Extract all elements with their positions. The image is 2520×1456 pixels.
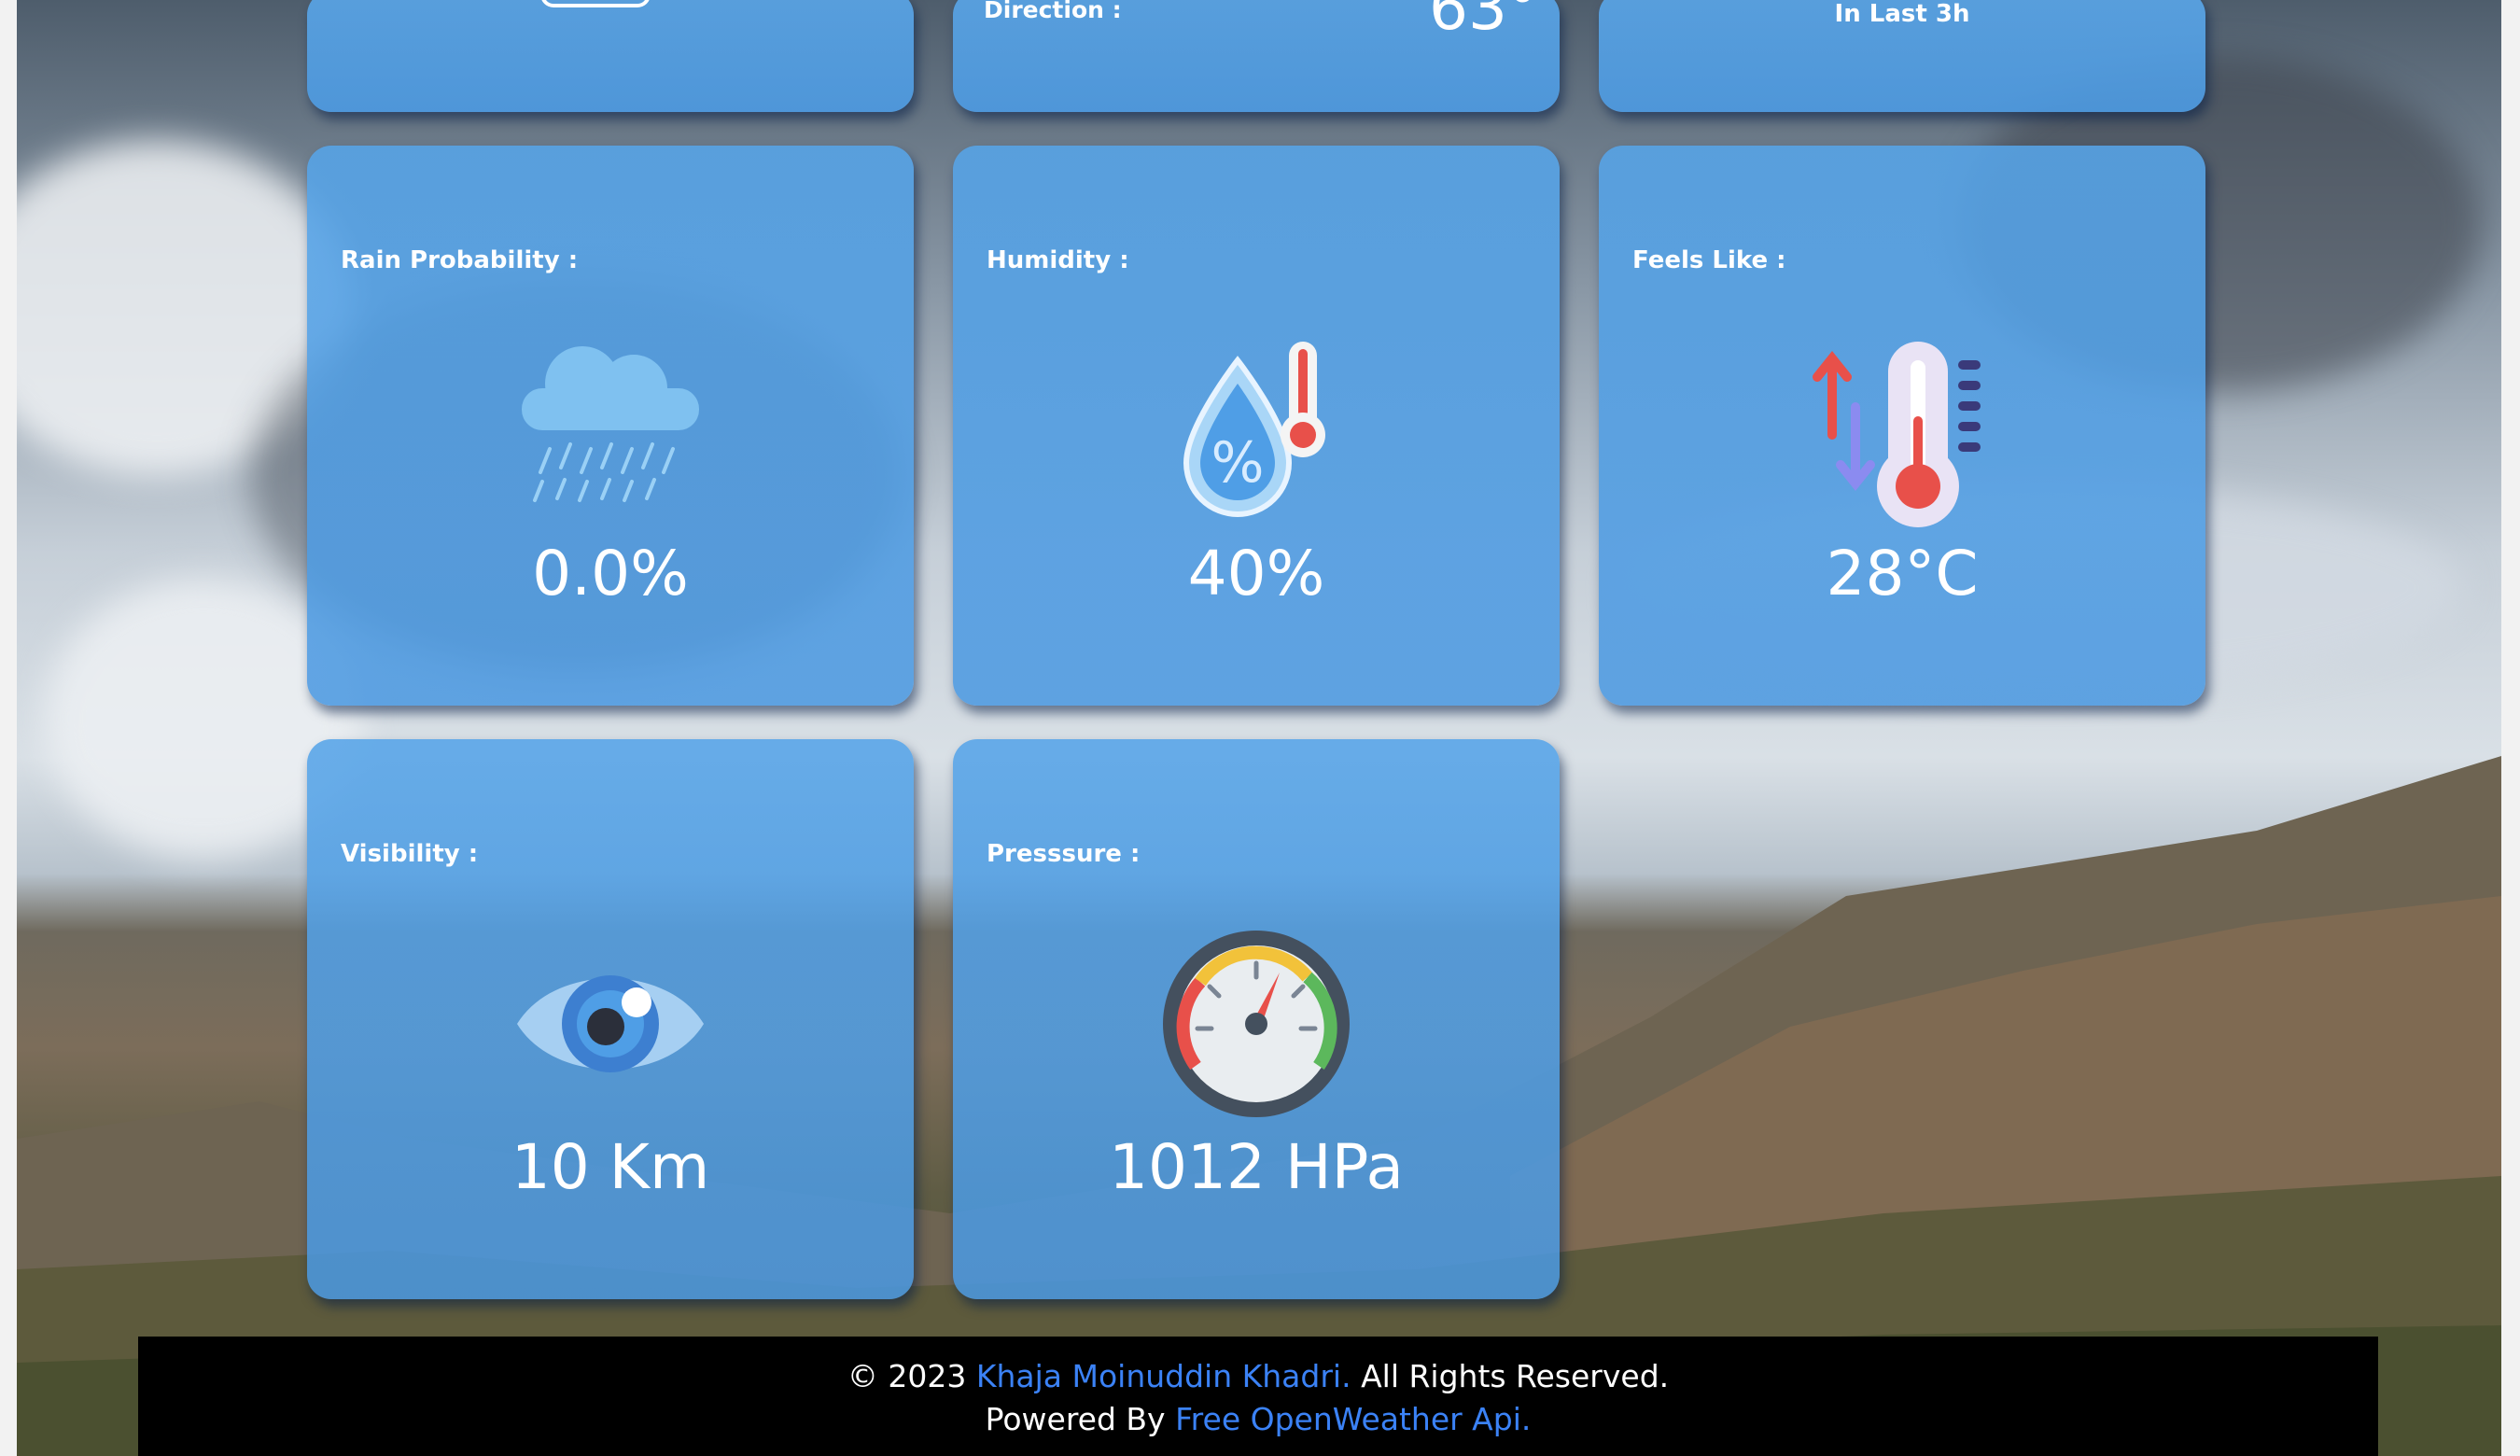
- pressure-card: Presssure : 1012 HPa: [953, 739, 1560, 1299]
- card-label: Feels Like :: [1632, 246, 1786, 274]
- eye-icon: [307, 926, 914, 1122]
- pressure-value: 1012 HPa: [1109, 1131, 1404, 1203]
- feels-like-value: 28°C: [1826, 538, 1979, 609]
- rain-probability-value: 0.0%: [532, 538, 689, 609]
- humidity-card: Humidity : % 40%: [953, 146, 1560, 706]
- rain-cloud-icon: [307, 332, 914, 528]
- card-label: Visibility :: [341, 840, 479, 868]
- card-label: Humidity :: [987, 246, 1129, 274]
- feels-like-card: Feels Like : 28°C: [1599, 146, 2205, 706]
- direction-value: 63°: [1429, 0, 1538, 44]
- visibility-value: 10 Km: [511, 1131, 710, 1203]
- top-card-wind: [307, 0, 914, 112]
- humidity-drop-icon: %: [953, 332, 1560, 528]
- author-link[interactable]: Khaja Moinuddin Khadri.: [976, 1358, 1351, 1394]
- rain-probability-card: Rain Probability : 0.0%: [307, 146, 914, 706]
- footer-copyright-line: © 2023 Khaja Moinuddin Khadri. All Right…: [138, 1355, 2378, 1398]
- card-label: Rain Probability :: [341, 246, 579, 274]
- wind-icon: [540, 0, 651, 7]
- card-label: Presssure :: [987, 840, 1141, 868]
- top-card-last3h: In Last 3h: [1599, 0, 2205, 112]
- gauge-icon: [953, 926, 1560, 1122]
- rights-text: All Rights Reserved.: [1361, 1358, 1670, 1394]
- powered-by-text: Powered By: [985, 1401, 1166, 1437]
- visibility-card: Visibility : 10 Km: [307, 739, 914, 1299]
- thermometer-icon: [1599, 332, 2205, 528]
- copyright-text: © 2023: [847, 1358, 967, 1394]
- top-card-direction: Direction : 63°: [953, 0, 1560, 112]
- svg-text:%: %: [1211, 430, 1264, 496]
- background-scene: Direction : 63° In Last 3h Rain Probabil…: [17, 0, 2501, 1456]
- openweather-api-link[interactable]: Free OpenWeather Api.: [1175, 1401, 1531, 1437]
- last3h-label: In Last 3h: [1834, 0, 1970, 28]
- humidity-value: 40%: [1187, 538, 1325, 609]
- footer: © 2023 Khaja Moinuddin Khadri. All Right…: [138, 1337, 2378, 1456]
- footer-powered-line: Powered By Free OpenWeather Api.: [138, 1398, 2378, 1441]
- direction-label: Direction :: [984, 0, 1122, 23]
